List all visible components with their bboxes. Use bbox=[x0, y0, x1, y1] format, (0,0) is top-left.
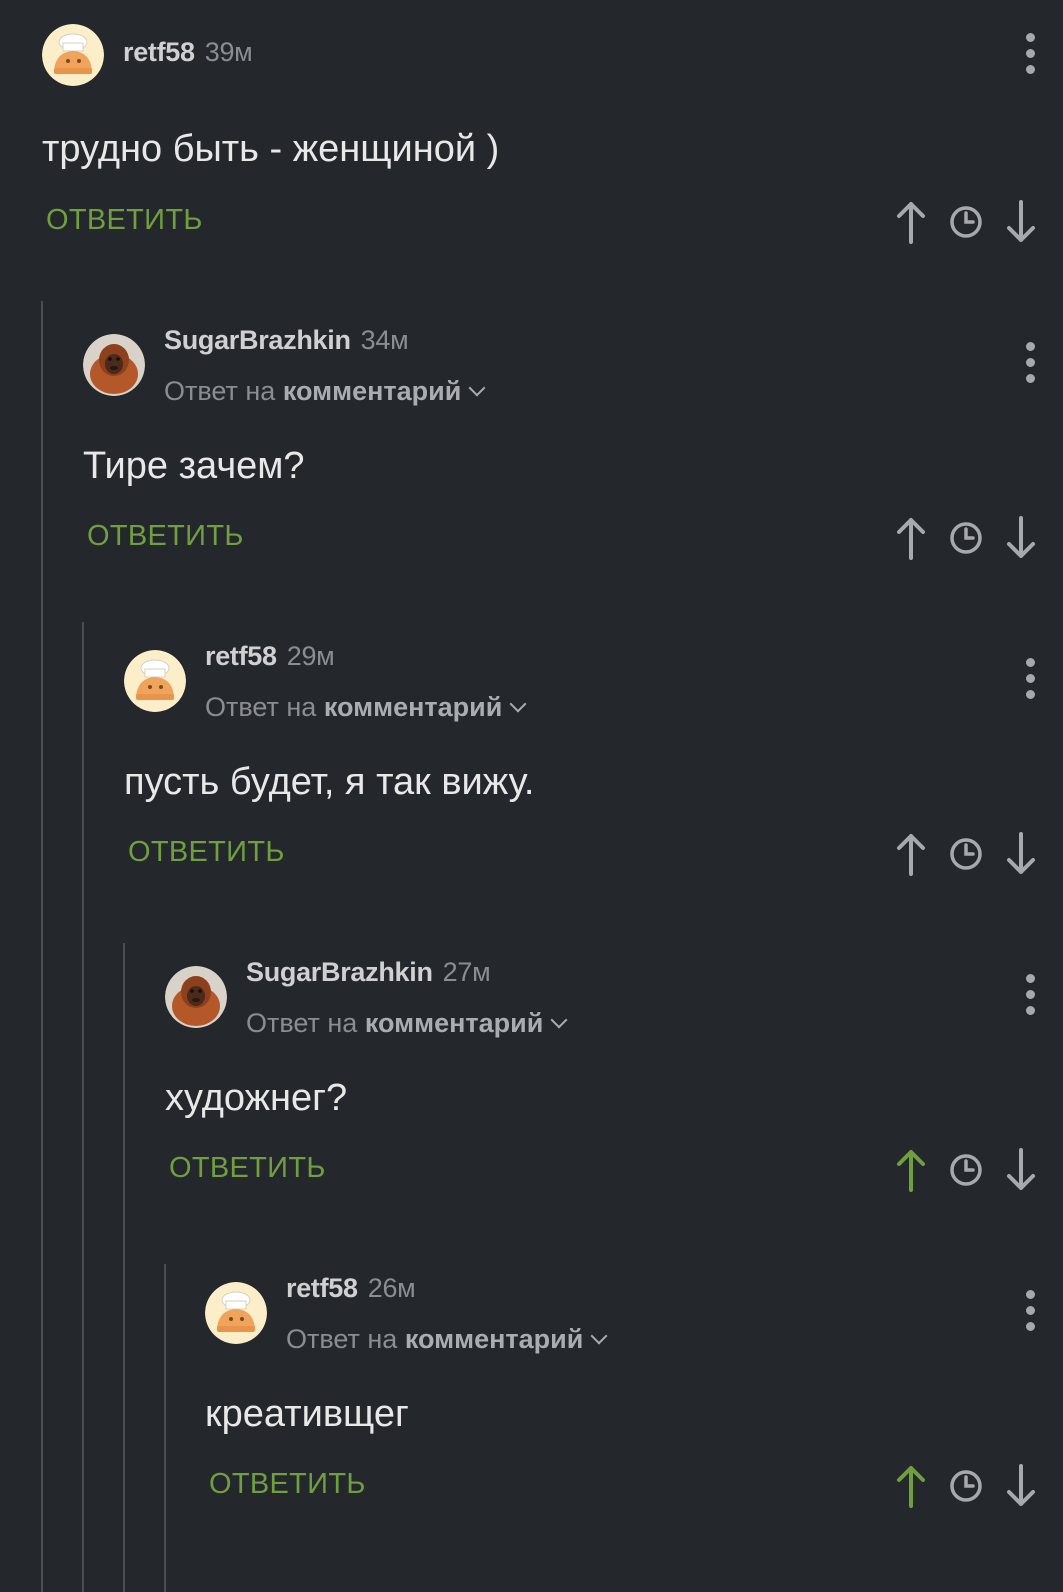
dot bbox=[1026, 49, 1035, 58]
comment-time: 26м bbox=[367, 1273, 416, 1303]
dot bbox=[1026, 65, 1035, 74]
upvote-arrow-icon[interactable] bbox=[891, 830, 931, 878]
username-label[interactable]: SugarBrazhkin bbox=[246, 957, 433, 987]
reply-to-link[interactable]: Ответ на комментарий bbox=[246, 1008, 568, 1039]
chevron-down-icon[interactable] bbox=[550, 1011, 568, 1029]
dot bbox=[1026, 658, 1035, 667]
reply-to-target[interactable]: комментарий bbox=[365, 1008, 544, 1038]
chef-avatar[interactable] bbox=[124, 650, 186, 712]
username[interactable]: retf58 26м bbox=[286, 1273, 416, 1304]
reply-to-prefix: Ответ на bbox=[286, 1324, 398, 1354]
dot bbox=[1026, 674, 1035, 683]
dot bbox=[1026, 974, 1035, 983]
clock-icon[interactable] bbox=[946, 1462, 986, 1510]
upvote-arrow-icon[interactable] bbox=[891, 1462, 931, 1510]
downvote-arrow-icon[interactable] bbox=[1001, 514, 1041, 562]
chevron-down-icon[interactable] bbox=[590, 1327, 608, 1345]
orangutan-avatar[interactable] bbox=[165, 966, 227, 1028]
downvote-arrow-icon[interactable] bbox=[1001, 1462, 1041, 1510]
more-options-icon[interactable] bbox=[1023, 658, 1035, 700]
dot bbox=[1026, 690, 1035, 699]
chevron-down-icon[interactable] bbox=[468, 379, 486, 397]
dot bbox=[1026, 374, 1035, 383]
username-label[interactable]: retf58 bbox=[286, 1273, 358, 1303]
reply-to-prefix: Ответ на bbox=[246, 1008, 358, 1038]
comment-actions bbox=[891, 1146, 1041, 1194]
chef-avatar[interactable] bbox=[205, 1282, 267, 1344]
upvote-arrow-icon[interactable] bbox=[891, 1146, 931, 1194]
username[interactable]: retf58 39м bbox=[123, 37, 253, 68]
thread-line-level-3 bbox=[123, 943, 125, 1592]
comment: retf58 26м Ответ на комментарий креативщег О… bbox=[205, 1273, 1063, 1581]
dot bbox=[1026, 1322, 1035, 1331]
reply-to-target[interactable]: комментарий bbox=[405, 1324, 584, 1354]
comment-text: трудно быть - женщиной ) bbox=[42, 128, 500, 170]
dot bbox=[1026, 1290, 1035, 1299]
comment-time: 39м bbox=[204, 37, 253, 67]
reply-to-prefix: Ответ на bbox=[164, 376, 276, 406]
downvote-arrow-icon[interactable] bbox=[1001, 830, 1041, 878]
more-options-icon[interactable] bbox=[1023, 1290, 1035, 1332]
orangutan-avatar[interactable] bbox=[83, 334, 145, 396]
thread-line-level-2 bbox=[82, 622, 84, 1592]
username[interactable]: retf58 29м bbox=[205, 641, 335, 672]
comment: SugarBrazhkin 27м Ответ на комментарий худо… bbox=[165, 957, 1063, 1265]
clock-icon[interactable] bbox=[946, 830, 986, 878]
comment-text: пусть будет, я так вижу. bbox=[124, 761, 535, 803]
dot bbox=[1026, 990, 1035, 999]
thread-line-level-1 bbox=[41, 301, 43, 1592]
reply-button[interactable]: ОТВЕТИТЬ bbox=[128, 836, 285, 869]
username-label[interactable]: retf58 bbox=[123, 37, 195, 67]
comment-actions bbox=[891, 1462, 1041, 1510]
comment-text: креативщег bbox=[205, 1393, 409, 1435]
dot bbox=[1026, 1006, 1035, 1015]
dot bbox=[1026, 342, 1035, 351]
username[interactable]: SugarBrazhkin 34м bbox=[164, 325, 409, 356]
clock-icon[interactable] bbox=[946, 198, 986, 246]
username[interactable]: SugarBrazhkin 27м bbox=[246, 957, 491, 988]
upvote-arrow-icon[interactable] bbox=[891, 198, 931, 246]
more-options-icon[interactable] bbox=[1023, 342, 1035, 384]
comment-time: 27м bbox=[442, 957, 491, 987]
reply-to-target[interactable]: комментарий bbox=[283, 376, 462, 406]
comment-actions bbox=[891, 514, 1041, 562]
clock-icon[interactable] bbox=[946, 1146, 986, 1194]
reply-to-link[interactable]: Ответ на комментарий bbox=[164, 376, 486, 407]
comment-text: Тире зачем? bbox=[83, 445, 305, 487]
upvote-arrow-icon[interactable] bbox=[891, 514, 931, 562]
reply-button[interactable]: ОТВЕТИТЬ bbox=[209, 1468, 366, 1501]
reply-button[interactable]: ОТВЕТИТЬ bbox=[87, 520, 244, 553]
clock-icon[interactable] bbox=[946, 514, 986, 562]
thread-line-level-4 bbox=[164, 1264, 166, 1592]
dot bbox=[1026, 358, 1035, 367]
reply-to-target[interactable]: комментарий bbox=[324, 692, 503, 722]
username-label[interactable]: retf58 bbox=[205, 641, 277, 671]
more-options-icon[interactable] bbox=[1023, 33, 1035, 75]
chef-avatar[interactable] bbox=[42, 24, 104, 86]
chevron-down-icon[interactable] bbox=[509, 695, 527, 713]
dot bbox=[1026, 33, 1035, 42]
downvote-arrow-icon[interactable] bbox=[1001, 198, 1041, 246]
comment-time: 34м bbox=[360, 325, 409, 355]
comment-time: 29м bbox=[286, 641, 335, 671]
reply-button[interactable]: ОТВЕТИТЬ bbox=[169, 1152, 326, 1185]
dot bbox=[1026, 1306, 1035, 1315]
more-options-icon[interactable] bbox=[1023, 974, 1035, 1016]
comment-actions bbox=[891, 830, 1041, 878]
reply-to-link[interactable]: Ответ на комментарий bbox=[286, 1324, 608, 1355]
comment: retf58 39м трудно быть - женщиной ) ОТВЕТИТ… bbox=[42, 24, 1063, 324]
comment: retf58 29м Ответ на комментарий пусть будет… bbox=[124, 641, 1063, 949]
reply-button[interactable]: ОТВЕТИТЬ bbox=[46, 204, 203, 237]
comment: SugarBrazhkin 34м Ответ на комментарий Тире… bbox=[83, 325, 1063, 633]
reply-to-prefix: Ответ на bbox=[205, 692, 317, 722]
reply-to-link[interactable]: Ответ на комментарий bbox=[205, 692, 527, 723]
comment-text: художнег? bbox=[165, 1077, 348, 1119]
downvote-arrow-icon[interactable] bbox=[1001, 1146, 1041, 1194]
username-label[interactable]: SugarBrazhkin bbox=[164, 325, 351, 355]
comment-actions bbox=[891, 198, 1041, 246]
